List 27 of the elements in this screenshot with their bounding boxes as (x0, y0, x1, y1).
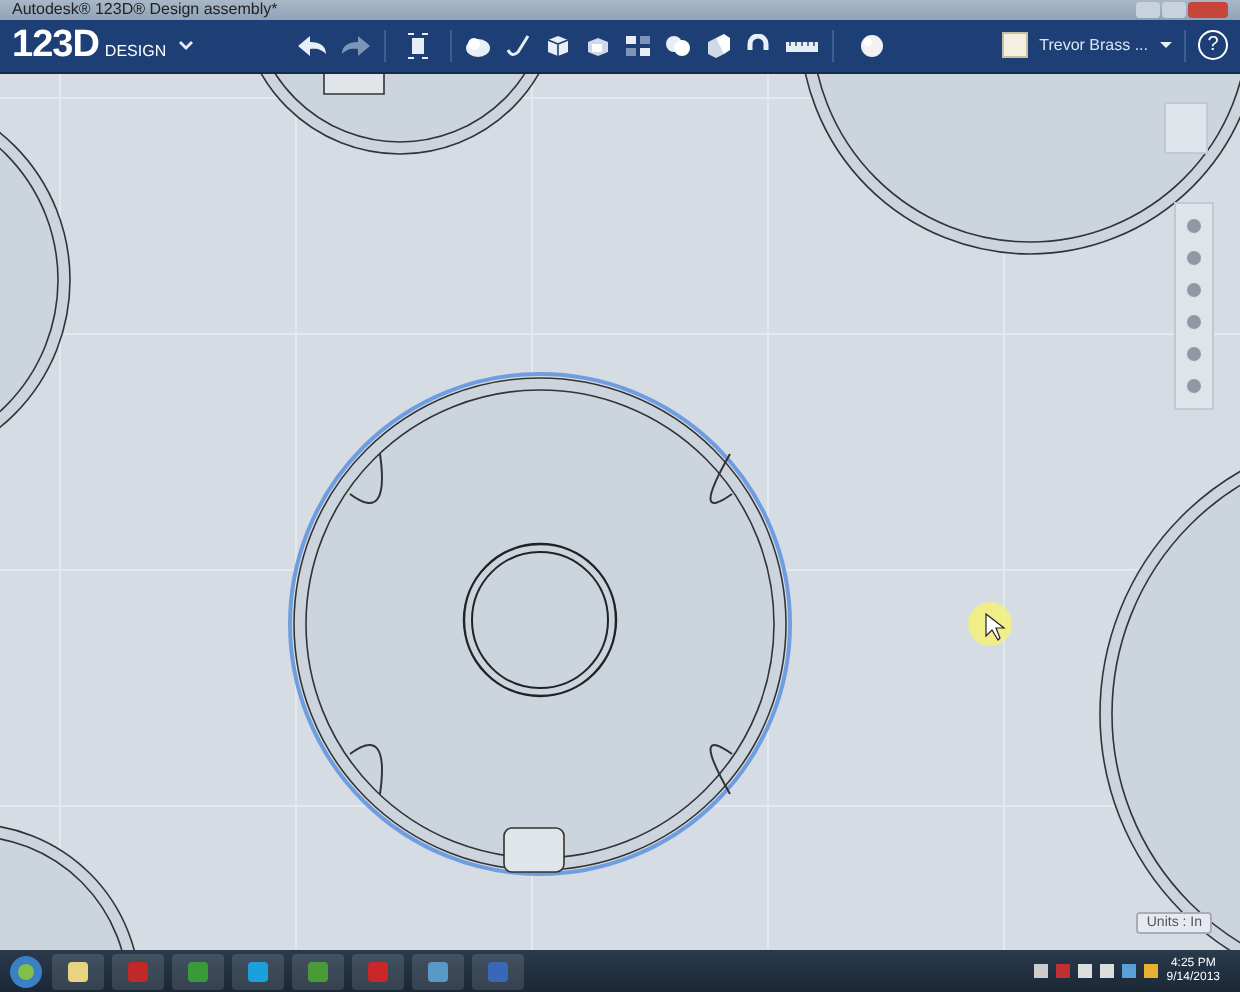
undo-icon[interactable] (296, 33, 329, 58)
taskbar-button[interactable] (412, 953, 464, 990)
user-name[interactable]: Trevor Brass ... (1039, 36, 1149, 55)
material-icon[interactable] (858, 31, 887, 60)
window-title: Autodesk® 123D® Design assembly* (12, 0, 280, 20)
help-button[interactable]: ? (1198, 30, 1229, 61)
sketch-icon[interactable] (504, 33, 533, 58)
pattern-icon[interactable] (624, 33, 653, 58)
caret-icon[interactable] (1160, 40, 1173, 51)
user-avatar-icon[interactable] (1001, 32, 1028, 59)
taskbar-button[interactable] (232, 953, 284, 990)
construct-icon[interactable] (544, 33, 573, 58)
cursor-icon (985, 612, 1006, 641)
grouping-icon[interactable] (664, 33, 693, 58)
modify-icon[interactable] (584, 33, 613, 58)
fit-view-icon[interactable] (406, 31, 431, 60)
primitives-icon[interactable] (464, 33, 493, 58)
part-tab (323, 73, 385, 95)
combine-icon[interactable] (704, 33, 733, 58)
taskbar-button[interactable] (52, 953, 104, 990)
caret-icon[interactable] (178, 39, 195, 52)
taskbar-button[interactable] (292, 953, 344, 990)
start-button[interactable] (8, 953, 44, 990)
redo-icon[interactable] (340, 33, 373, 58)
app-logo-subtitle: DESIGN (104, 41, 167, 60)
taskbar-button[interactable] (172, 953, 224, 990)
app-logo: 123D (12, 23, 99, 68)
